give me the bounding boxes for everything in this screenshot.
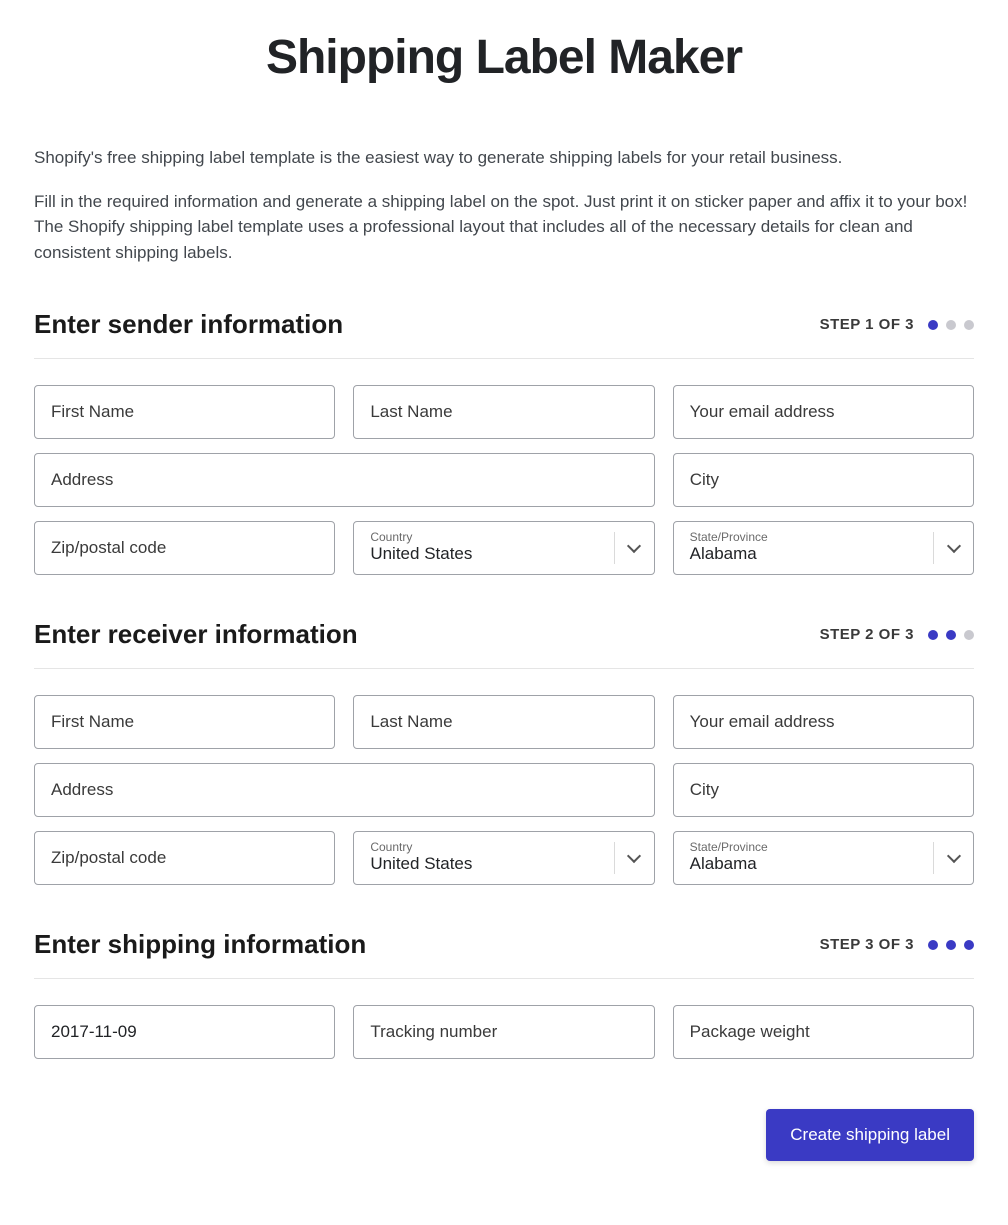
intro-text-1: Shopify's free shipping label template i… [34,145,974,171]
dot-1 [928,940,938,950]
step-dots [928,940,974,950]
dot-2 [946,940,956,950]
receiver-address-field[interactable] [34,763,655,817]
state-label: State/Province [690,531,923,544]
country-label: Country [370,841,603,854]
state-value: Alabama [690,854,923,874]
state-label: State/Province [690,841,923,854]
sender-city-field[interactable] [673,453,974,507]
sender-address-field[interactable] [34,453,655,507]
receiver-state-select[interactable]: State/Province Alabama [673,831,974,885]
step-dots [928,630,974,640]
country-value: United States [370,854,603,874]
dot-3 [964,320,974,330]
sender-state-select[interactable]: State/Province Alabama [673,521,974,575]
receiver-section-header: Enter receiver information STEP 2 OF 3 [34,619,974,669]
dot-2 [946,630,956,640]
dot-3 [964,630,974,640]
shipping-tracking-field[interactable] [353,1005,654,1059]
sender-zip-input[interactable] [51,538,318,558]
dot-1 [928,320,938,330]
dot-3 [964,940,974,950]
receiver-last-name-field[interactable] [353,695,654,749]
sender-section-header: Enter sender information STEP 1 OF 3 [34,309,974,359]
dot-1 [928,630,938,640]
receiver-city-input[interactable] [690,780,957,800]
page-title: Shipping Label Maker [34,30,974,85]
receiver-email-input[interactable] [690,712,957,732]
sender-city-input[interactable] [690,470,957,490]
receiver-last-name-input[interactable] [370,712,637,732]
receiver-zip-input[interactable] [51,848,318,868]
sender-first-name-field[interactable] [34,385,335,439]
step-indicator-2: STEP 2 OF 3 [820,626,974,643]
state-value: Alabama [690,544,923,564]
sender-country-select[interactable]: Country United States [353,521,654,575]
sender-email-input[interactable] [690,402,957,422]
chevron-down-icon [614,842,654,874]
receiver-heading: Enter receiver information [34,619,358,650]
receiver-email-field[interactable] [673,695,974,749]
dot-2 [946,320,956,330]
shipping-date-input[interactable] [51,1022,318,1042]
intro-text-2: Fill in the required information and gen… [34,189,974,266]
shipping-section-header: Enter shipping information STEP 3 OF 3 [34,929,974,979]
receiver-first-name-field[interactable] [34,695,335,749]
sender-heading: Enter sender information [34,309,343,340]
step-indicator-3: STEP 3 OF 3 [820,936,974,953]
sender-zip-field[interactable] [34,521,335,575]
step-label: STEP 2 OF 3 [820,626,914,643]
shipping-weight-input[interactable] [690,1022,957,1042]
create-shipping-label-button[interactable]: Create shipping label [766,1109,974,1161]
receiver-first-name-input[interactable] [51,712,318,732]
shipping-date-field[interactable] [34,1005,335,1059]
sender-address-input[interactable] [51,470,638,490]
sender-last-name-input[interactable] [370,402,637,422]
shipping-weight-field[interactable] [673,1005,974,1059]
step-label: STEP 1 OF 3 [820,316,914,333]
step-dots [928,320,974,330]
shipping-tracking-input[interactable] [370,1022,637,1042]
sender-email-field[interactable] [673,385,974,439]
receiver-address-input[interactable] [51,780,638,800]
chevron-down-icon [614,532,654,564]
country-value: United States [370,544,603,564]
shipping-heading: Enter shipping information [34,929,366,960]
receiver-zip-field[interactable] [34,831,335,885]
country-label: Country [370,531,603,544]
step-indicator-1: STEP 1 OF 3 [820,316,974,333]
chevron-down-icon [933,532,973,564]
receiver-city-field[interactable] [673,763,974,817]
step-label: STEP 3 OF 3 [820,936,914,953]
sender-first-name-input[interactable] [51,402,318,422]
receiver-country-select[interactable]: Country United States [353,831,654,885]
chevron-down-icon [933,842,973,874]
sender-last-name-field[interactable] [353,385,654,439]
